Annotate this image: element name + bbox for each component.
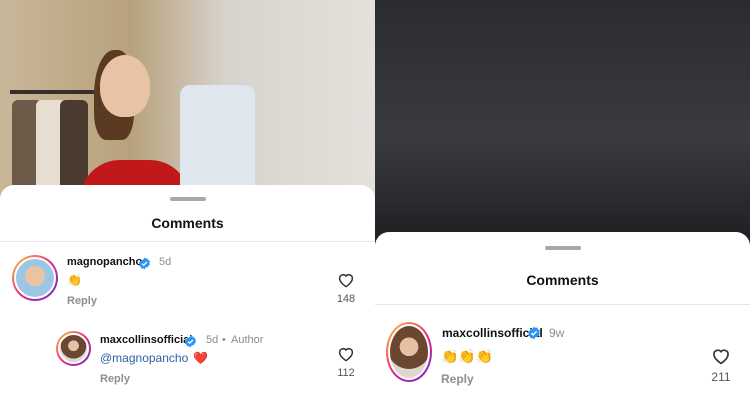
like-count: 211 (711, 370, 731, 384)
comment-time: 9w (549, 326, 565, 340)
verified-badge-icon (185, 335, 196, 348)
reply-button[interactable]: Reply (67, 295, 97, 307)
comments-sheet-left: Comments magnopancho 5d 👏 Reply 148 maxc… (0, 185, 375, 400)
sheet-title: Comments (526, 272, 599, 288)
heart-outline-icon[interactable] (337, 271, 355, 288)
hanging-shirt (180, 85, 255, 195)
video-background-left (0, 0, 375, 200)
comments-sheet-right: Comments maxcollinsofficial 9w 👏👏👏 Reply… (375, 232, 750, 400)
avatar[interactable] (56, 331, 91, 366)
comment-text: 👏 (67, 273, 82, 287)
like-count: 112 (337, 367, 355, 379)
comment-time: 5d (206, 334, 219, 346)
comment-text: 👏👏👏 (441, 348, 494, 364)
heart-emoji: ❤️ (193, 351, 208, 365)
verified-badge-icon (139, 257, 150, 270)
video-background-right (375, 0, 750, 250)
meta-separator: • (222, 334, 226, 346)
right-screenshot: Comments maxcollinsofficial 9w 👏👏👏 Reply… (375, 0, 750, 400)
woman-figure (80, 50, 190, 200)
comment-item: magnopancho 5d 👏 Reply 148 (0, 253, 375, 313)
heart-outline-icon[interactable] (711, 346, 731, 365)
divider (375, 304, 750, 305)
comment-username[interactable]: maxcollinsofficial (100, 334, 192, 346)
reply-button[interactable]: Reply (441, 372, 474, 386)
reply-button[interactable]: Reply (100, 373, 130, 385)
comment-reply-item: maxcollinsofficial 5d • Author @magnopan… (0, 330, 375, 390)
avatar[interactable] (12, 255, 58, 301)
comment-time: 5d (159, 256, 172, 268)
comment-mention[interactable]: @magnopancho (100, 351, 188, 365)
comment-username[interactable]: magnopancho (67, 256, 142, 268)
like-count: 148 (336, 293, 356, 305)
avatar[interactable] (386, 322, 432, 382)
comment-item: maxcollinsofficial 9w 👏👏👏 Reply 211 (375, 320, 750, 390)
verified-badge-icon (528, 326, 540, 340)
drag-handle[interactable] (544, 246, 581, 250)
author-tag: Author (231, 334, 264, 346)
left-screenshot: Comments magnopancho 5d 👏 Reply 148 maxc… (0, 0, 375, 400)
drag-handle[interactable] (169, 197, 206, 201)
sheet-title: Comments (151, 215, 224, 231)
heart-outline-icon[interactable] (337, 345, 355, 362)
divider (0, 241, 375, 242)
